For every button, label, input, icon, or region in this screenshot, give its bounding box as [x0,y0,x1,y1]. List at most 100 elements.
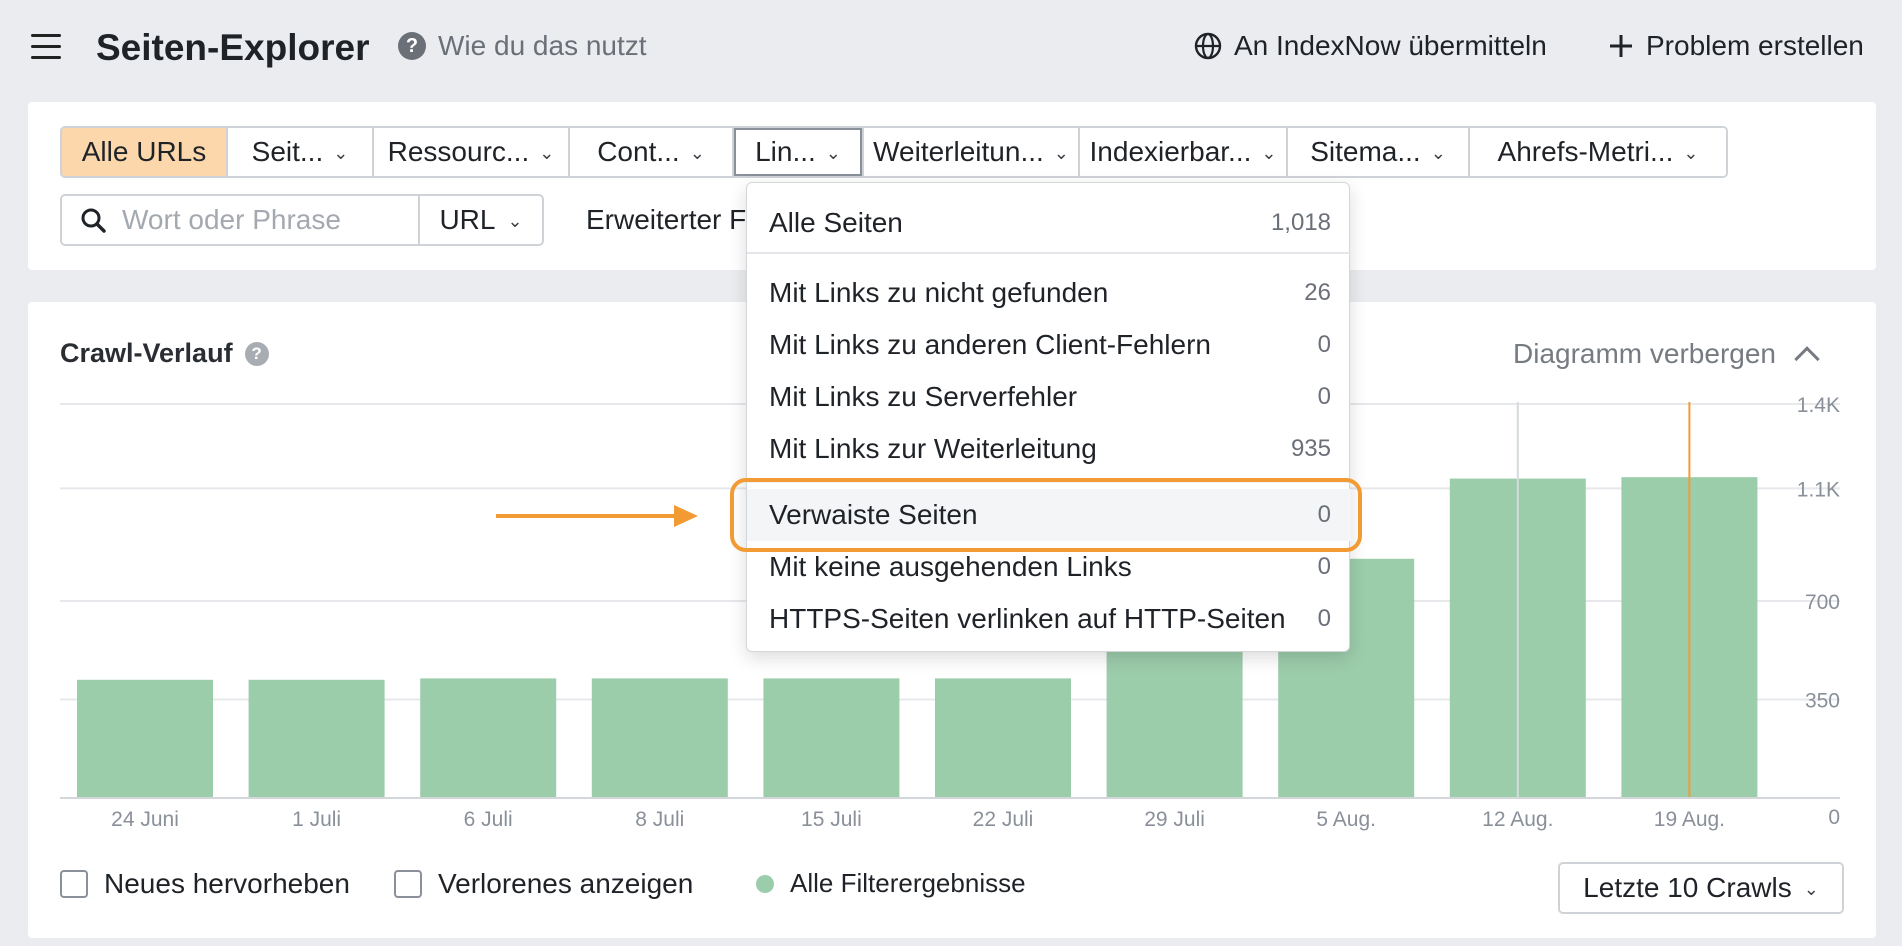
help-link[interactable]: ? Wie du das nutzt [398,30,647,62]
y-tick-label: 1.1K [1797,478,1840,501]
dropdown-item-links-not-found[interactable]: Mit Links zu nicht gefunden 26 [747,267,1351,319]
annotation-arrow [496,505,698,527]
chart-bar[interactable] [248,679,385,798]
chart-bar[interactable] [591,678,728,798]
filter-tabs: Alle URLs Seit... ⌄ Ressourc... ⌄ Cont... ⌄… [60,126,1728,178]
y-tick-label: 350 [1805,690,1840,713]
dropdown-item-label: HTTPS-Seiten verlinken auf HTTP-Seiten [769,603,1286,634]
dropdown-item-count: 1,018 [1270,209,1331,236]
dropdown-item-count: 0 [1317,553,1331,580]
legend-all-results: Alle Filterergebnisse [756,868,1026,899]
dropdown-item-links-client-errors[interactable]: Mit Links zu anderen Client-Fehlern 0 [747,319,1351,371]
tab-label: Sitema... [1310,136,1421,167]
indexnow-button[interactable]: An IndexNow übermitteln [1194,30,1547,62]
dropdown-item-count: 0 [1317,605,1331,632]
dropdown-item-count: 26 [1304,279,1331,306]
dropdown-item-label: Mit Links zu anderen Client-Fehlern [769,329,1211,360]
dropdown-item-count: 935 [1290,435,1331,462]
tab-label: Indexierbar... [1089,136,1252,167]
crawl-range-select[interactable]: Letzte 10 Crawls ⌄ [1558,862,1844,914]
tab-label: Ahrefs-Metri... [1497,136,1674,167]
search-row: URL ⌄ [60,194,544,246]
search-box [60,194,420,246]
x-tick-label: 1 Juli [292,808,341,831]
checkbox[interactable] [394,870,422,898]
x-tick-label: 12 Aug. [1482,808,1553,831]
chevron-down-icon: ⌄ [1430,142,1446,163]
chevron-down-icon: ⌄ [825,142,841,163]
orange-highlight-frame [730,478,1362,552]
checkbox[interactable] [60,870,88,898]
show-lost-label: Verlorenes anzeigen [438,868,694,899]
url-select[interactable]: URL ⌄ [420,194,544,246]
dropdown-item-count: 0 [1317,383,1331,410]
indexnow-label: An IndexNow übermitteln [1234,30,1547,61]
tab-alle-urls[interactable]: Alle URLs [62,128,228,176]
y-tick-label: 0 [1828,806,1840,829]
dropdown-item-all-pages[interactable]: Alle Seiten 1,018 [747,197,1351,249]
dropdown-item-links-redirect[interactable]: Mit Links zur Weiterleitung 935 [747,423,1351,475]
tab-label: Alle URLs [81,136,207,167]
x-tick-label: 6 Juli [464,808,513,831]
chevron-down-icon: ⌄ [539,142,555,163]
question-mark-icon: ? [398,32,426,60]
dropdown-item-label: Mit Links zu nicht gefunden [769,277,1109,308]
x-tick-label: 24 Juni [111,808,179,831]
dropdown-divider [747,252,1351,254]
advanced-filter-button[interactable]: Erweiterter Filter [586,204,766,236]
chevron-down-icon: ⌄ [689,142,705,163]
page-title: Seiten-Explorer [96,27,370,68]
highlight-new-toggle[interactable]: Neues hervorheben [60,868,350,900]
x-tick-label: 5 Aug. [1316,808,1376,831]
x-tick-label: 8 Juli [635,808,684,831]
chart-bar[interactable] [763,678,900,798]
dropdown-item-label: Mit Links zur Weiterleitung [769,433,1097,464]
tab-ahrefs-metriken[interactable]: Ahrefs-Metri... ⌄ [1470,128,1726,176]
dropdown-item-label: Mit Links zu Serverfehler [769,381,1078,412]
crawl-range-label: Letzte 10 Crawls [1583,872,1792,903]
dropdown-item-links-server-errors[interactable]: Mit Links zu Serverfehler 0 [747,371,1351,423]
tab-weiterleitungen[interactable]: Weiterleitun... ⌄ [864,128,1080,176]
legend-dot [756,874,774,893]
globe-icon [1194,32,1222,60]
search-icon [81,208,106,233]
tab-label: Lin... [755,136,816,167]
search-input[interactable] [122,204,382,236]
chart-bar[interactable] [77,679,213,798]
tab-ressourcen[interactable]: Ressourc... ⌄ [374,128,570,176]
x-tick-label: 19 Aug. [1654,808,1725,831]
dropdown-item-count: 0 [1317,331,1331,358]
tab-label: Seit... [251,136,324,167]
y-tick-label: 700 [1805,591,1840,614]
top-header: Seiten-Explorer ? Wie du das nutzt An In… [0,0,1902,98]
chevron-down-icon: ⌄ [507,210,523,231]
dropdown-item-label: Alle Seiten [769,207,903,238]
create-problem-button[interactable]: Problem erstellen [1608,30,1864,62]
show-lost-toggle[interactable]: Verlorenes anzeigen [394,868,693,900]
chevron-down-icon: ⌄ [1683,142,1699,163]
hamburger-menu-icon[interactable] [31,34,61,60]
tab-label: Weiterleitun... [873,136,1044,167]
tab-seiten[interactable]: Seit... ⌄ [228,128,374,176]
chevron-down-icon: ⌄ [333,142,349,163]
url-select-label: URL [439,204,496,235]
chevron-down-icon: ⌄ [1803,878,1819,899]
legend-all-label: Alle Filterergebnisse [790,868,1026,898]
x-tick-label: 15 Juli [801,808,862,831]
tab-label: Cont... [597,136,680,167]
dropdown-item-https-to-http[interactable]: HTTPS-Seiten verlinken auf HTTP-Seiten 0 [747,593,1351,645]
chevron-down-icon: ⌄ [1053,142,1069,163]
tab-links[interactable]: Lin... ⌄ [734,128,864,176]
tab-indexierbarkeit[interactable]: Indexierbar... ⌄ [1080,128,1288,176]
dropdown-item-label: Mit keine ausgehenden Links [769,551,1132,582]
tab-sitemaps[interactable]: Sitema... ⌄ [1288,128,1470,176]
chart-bar[interactable] [420,678,557,798]
help-link-label: Wie du das nutzt [438,30,647,61]
x-tick-label: 22 Juli [973,808,1034,831]
chart-bar[interactable] [935,678,1071,798]
tab-content[interactable]: Cont... ⌄ [570,128,734,176]
tab-label: Ressourc... [387,136,530,167]
x-tick-label: 29 Juli [1144,808,1205,831]
plus-icon [1610,35,1632,57]
create-problem-label: Problem erstellen [1646,30,1864,61]
